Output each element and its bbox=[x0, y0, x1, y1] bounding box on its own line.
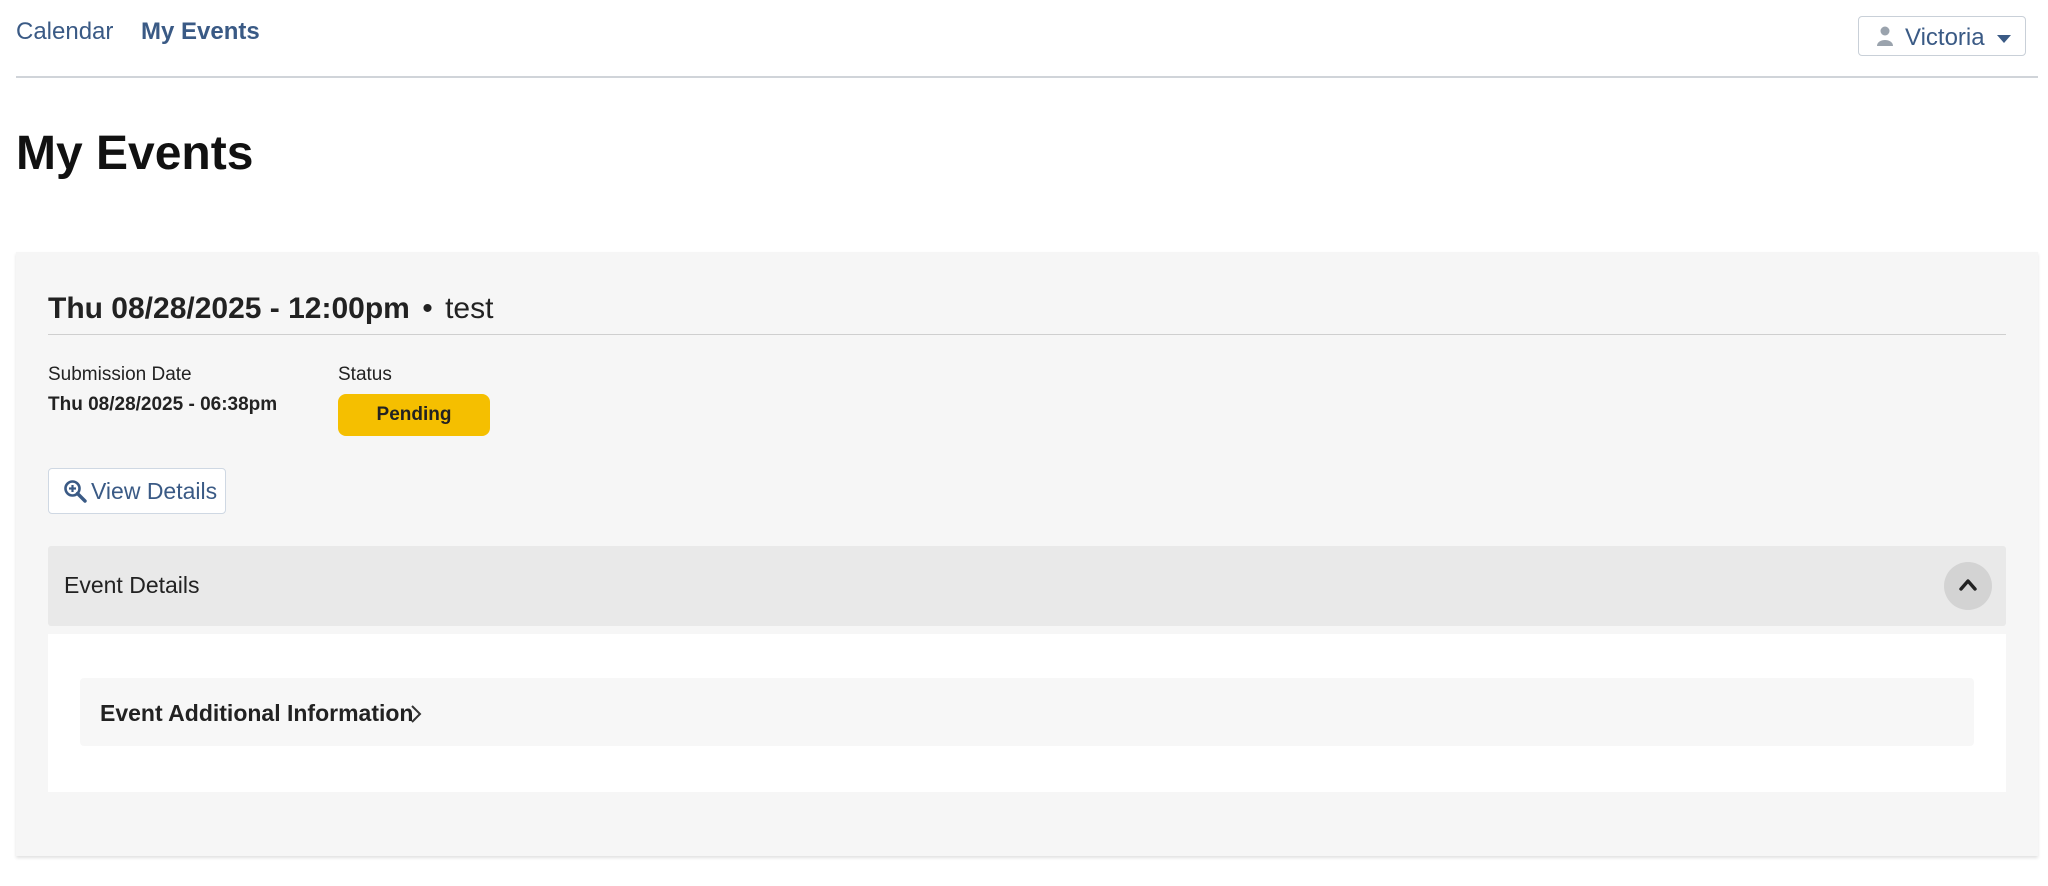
submission-date-label: Submission Date bbox=[48, 364, 192, 385]
user-menu-button[interactable]: Victoria bbox=[1858, 16, 2026, 56]
status-label: Status bbox=[338, 364, 392, 385]
event-additional-info-title: Event Additional Information bbox=[100, 700, 414, 726]
view-details-label: View Details bbox=[91, 478, 218, 504]
chevron-up-icon bbox=[1959, 579, 1977, 591]
event-details-body: Event Additional Information bbox=[48, 634, 2006, 792]
event-name: test bbox=[445, 292, 494, 325]
event-additional-info-row[interactable]: Event Additional Information bbox=[80, 678, 1974, 746]
event-heading: Thu 08/28/2025 - 12:00pm • test bbox=[48, 292, 493, 326]
nav-my-events-link[interactable]: My Events bbox=[141, 18, 260, 46]
zoom-in-icon bbox=[63, 479, 87, 508]
nav-calendar-link[interactable]: Calendar bbox=[16, 18, 113, 46]
view-details-button[interactable]: View Details bbox=[48, 468, 226, 514]
user-icon bbox=[1877, 26, 1893, 51]
page-title: My Events bbox=[16, 127, 254, 180]
top-nav: Calendar My Events Victoria bbox=[16, 0, 2038, 78]
event-card: Thu 08/28/2025 - 12:00pm • test Submissi… bbox=[16, 252, 2038, 856]
submission-date-value: Thu 08/28/2025 - 06:38pm bbox=[48, 394, 278, 415]
user-name: Victoria bbox=[1905, 24, 1985, 51]
chevron-down-icon bbox=[1997, 35, 2011, 43]
event-details-title: Event Details bbox=[64, 572, 200, 598]
event-details-accordion-header[interactable]: Event Details bbox=[48, 546, 2006, 626]
status-badge: Pending bbox=[338, 394, 490, 436]
event-datetime: Thu 08/28/2025 - 12:00pm bbox=[48, 292, 410, 325]
chevron-right-icon bbox=[410, 704, 422, 729]
divider bbox=[48, 334, 2006, 335]
heading-separator: • bbox=[422, 292, 433, 325]
collapse-button[interactable] bbox=[1944, 562, 1992, 610]
